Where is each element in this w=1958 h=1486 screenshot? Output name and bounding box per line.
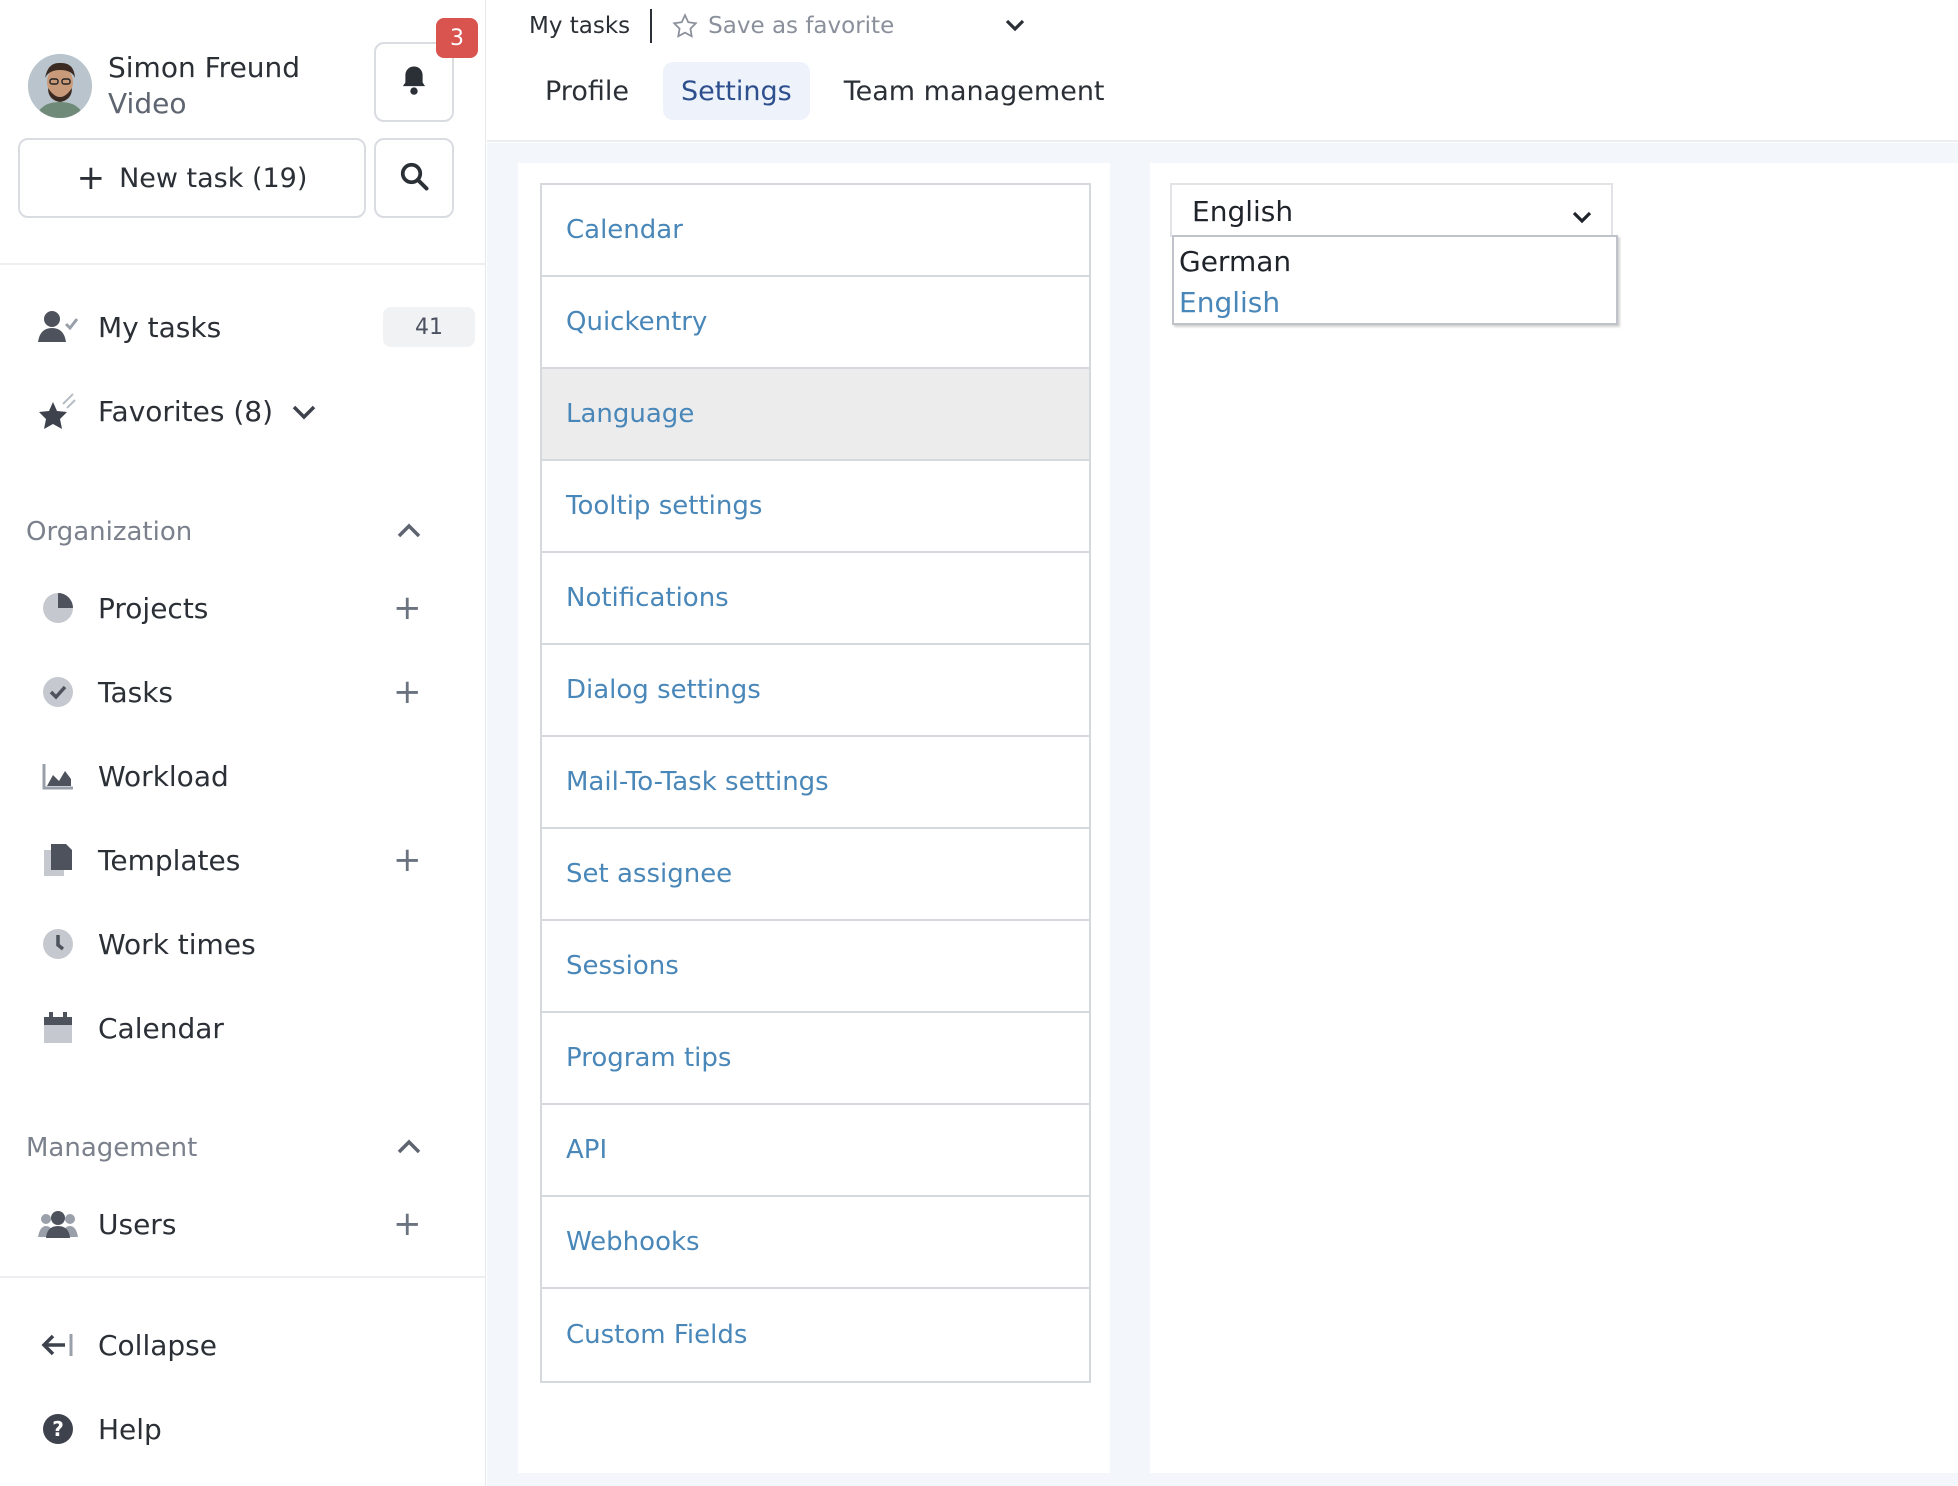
settings-panel: Calendar Quickentry Language Tooltip set… (518, 163, 1110, 1473)
settings-item-mail-to-task[interactable]: Mail-To-Task settings (542, 737, 1089, 829)
nav-label: Projects (98, 591, 209, 625)
nav-my-tasks[interactable]: My tasks 41 (38, 302, 475, 352)
nav-label: Work times (98, 927, 256, 961)
tab-team-management[interactable]: Team management (826, 62, 1123, 120)
avatar (28, 54, 92, 118)
user-profile[interactable]: Simon Freund Video (28, 50, 300, 122)
settings-item-program-tips[interactable]: Program tips (542, 1013, 1089, 1105)
language-option-german[interactable]: German (1174, 241, 1616, 282)
nav-projects[interactable]: Projects + (38, 583, 458, 633)
nav-workload[interactable]: Workload (38, 751, 458, 801)
nav-label: Users (98, 1207, 177, 1241)
help-label: Help (98, 1412, 162, 1446)
nav-work-times[interactable]: Work times (38, 919, 458, 969)
settings-item-custom-fields[interactable]: Custom Fields (542, 1289, 1089, 1381)
section-organization[interactable]: Organization (26, 512, 426, 552)
collapse-button[interactable]: Collapse (38, 1320, 458, 1370)
area-chart-icon (38, 756, 78, 796)
language-select[interactable]: English (1170, 183, 1613, 237)
user-subtitle: Video (108, 87, 187, 120)
collapse-arrow-icon (38, 1325, 78, 1365)
nav-favorites[interactable]: Favorites (8) (38, 386, 458, 436)
settings-item-set-assignee[interactable]: Set assignee (542, 829, 1089, 921)
section-title: Management (26, 1133, 198, 1163)
tab-settings[interactable]: Settings (662, 62, 810, 120)
save-favorite-button[interactable]: Save as favorite (672, 13, 894, 39)
star-outline-icon (672, 13, 698, 38)
language-options-list: German English (1172, 235, 1618, 325)
divider (0, 1276, 486, 1278)
pie-chart-icon (38, 588, 78, 628)
nav-label: Favorites (8) (98, 394, 274, 428)
nav-users[interactable]: Users + (38, 1199, 458, 1249)
breadcrumb-divider (650, 9, 653, 43)
chevron-down-icon[interactable] (1004, 13, 1026, 39)
chevron-down-icon[interactable] (291, 395, 317, 428)
settings-item-dialog-settings[interactable]: Dialog settings (542, 645, 1089, 737)
help-icon: ? (38, 1409, 78, 1449)
chevron-up-icon[interactable] (396, 1133, 422, 1163)
chevron-up-icon[interactable] (396, 517, 422, 547)
plus-icon: + (76, 158, 106, 198)
add-user-icon[interactable]: + (393, 1207, 422, 1241)
users-icon (38, 1204, 78, 1244)
collapse-label: Collapse (98, 1328, 217, 1362)
nav-label: Workload (98, 759, 229, 793)
nav-calendar[interactable]: Calendar (38, 1003, 458, 1053)
top-bar: My tasks Save as favorite Profile Settin… (487, 0, 1958, 142)
settings-item-language[interactable]: Language (542, 369, 1089, 461)
add-project-icon[interactable]: + (393, 591, 422, 625)
save-favorite-label: Save as favorite (708, 13, 895, 39)
check-circle-icon (38, 672, 78, 712)
nav-label: Tasks (98, 675, 174, 709)
notification-count-badge: 3 (436, 18, 478, 58)
clock-icon (38, 924, 78, 964)
calendar-icon (38, 1008, 78, 1048)
section-title: Organization (26, 517, 193, 547)
add-task-icon[interactable]: + (393, 675, 422, 709)
breadcrumb: My tasks Save as favorite (529, 8, 1026, 44)
nav-label: Calendar (98, 1011, 224, 1045)
nav-templates[interactable]: Templates + (38, 835, 458, 885)
search-icon (399, 161, 429, 195)
documents-icon (38, 840, 78, 880)
nav-tasks[interactable]: Tasks + (38, 667, 458, 717)
content-area: Calendar Quickentry Language Tooltip set… (487, 143, 1958, 1486)
add-template-icon[interactable]: + (393, 843, 422, 877)
language-selected-value: English (1192, 194, 1294, 228)
chevron-down-icon (1571, 199, 1593, 232)
settings-item-tooltip-settings[interactable]: Tooltip settings (542, 461, 1089, 553)
new-task-button[interactable]: + New task (19) (18, 138, 366, 218)
settings-item-webhooks[interactable]: Webhooks (542, 1197, 1089, 1289)
settings-item-quickentry[interactable]: Quickentry (542, 277, 1089, 369)
settings-item-notifications[interactable]: Notifications (542, 553, 1089, 645)
my-tasks-count: 41 (383, 307, 475, 347)
settings-item-api[interactable]: API (542, 1105, 1089, 1197)
tab-bar: Profile Settings Team management (527, 62, 1139, 120)
section-management[interactable]: Management (26, 1128, 426, 1168)
settings-item-sessions[interactable]: Sessions (542, 921, 1089, 1013)
help-button[interactable]: ? Help (38, 1404, 458, 1454)
nav-label: Templates (98, 843, 241, 877)
user-check-icon (38, 307, 78, 347)
search-button[interactable] (374, 138, 454, 218)
user-name: Simon Freund (108, 51, 301, 84)
settings-menu: Calendar Quickentry Language Tooltip set… (540, 183, 1091, 1383)
language-option-english[interactable]: English (1174, 282, 1616, 323)
tab-profile[interactable]: Profile (527, 62, 647, 120)
settings-item-calendar[interactable]: Calendar (542, 185, 1089, 277)
svg-text:?: ? (52, 1417, 64, 1441)
language-panel: English German English (1150, 163, 1958, 1473)
sidebar: Simon Freund Video 3 + New task (19) My … (0, 0, 486, 1486)
new-task-label: New task (19) (119, 162, 308, 194)
bell-icon (399, 64, 429, 100)
nav-label: My tasks (98, 310, 222, 344)
star-icon (38, 391, 78, 431)
divider (0, 263, 486, 265)
breadcrumb-my-tasks[interactable]: My tasks (529, 13, 630, 39)
